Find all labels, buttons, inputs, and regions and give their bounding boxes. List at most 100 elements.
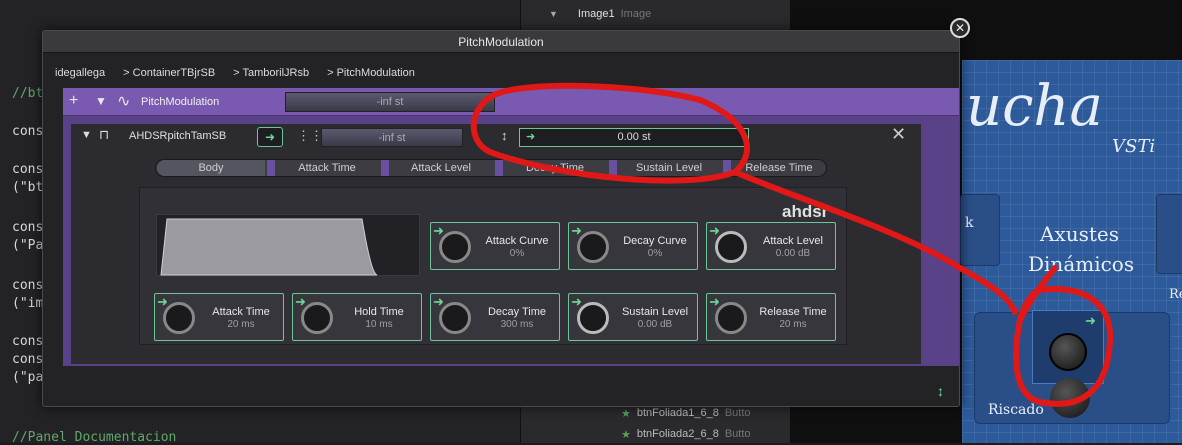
pitch-value: 0.00 st [617,131,651,143]
tab-decay-time[interactable]: Decay Time [495,160,607,176]
envelope-display [156,214,420,276]
knob-value: 0.00 dB [637,319,673,330]
knob-label: Attack Time [212,306,270,318]
preview-panel-label: k [965,215,974,231]
knob-label: Decay Time [487,306,547,318]
code-line[interactable]: ("Pa [12,238,43,253]
modulation-arrow-icon[interactable]: ➜ [1085,313,1096,329]
knob-attack-time[interactable]: ➜ Attack Time 20 ms [154,293,284,341]
knob-release-time[interactable]: ➜ Release Time 20 ms [706,293,836,341]
knob-label: Sustain Level [621,306,689,318]
knob-dial[interactable] [577,231,609,263]
code-line[interactable]: cons [12,352,43,367]
tree-item-name: Image1 [577,8,615,20]
knob-dial[interactable] [439,231,471,263]
pitch-modulation-window[interactable]: PitchModulation idegallega > ContainerTB… [42,30,960,407]
breadcrumb-item[interactable]: > ContainerTBjrSB [123,67,215,79]
section-heading: Axustes [1040,222,1120,246]
knob-dial[interactable] [439,302,471,334]
modulation-arrow-icon: ➜ [526,131,536,143]
code-line[interactable]: ("im [12,296,43,311]
knob-value: 0% [647,248,663,259]
knob-label: Riscado [988,402,1044,418]
wave-icon: ∿ [117,93,131,110]
tab-label: Body [198,162,224,174]
window-title: PitchModulation [458,35,544,49]
collapse-arrow-icon[interactable]: ▼ [95,94,107,108]
collapse-arrow-icon[interactable]: ▼ [81,129,92,141]
knob-value: 0.00 dB [775,248,811,259]
breadcrumb: idegallega > ContainerTBjrSB > TamborilJ… [55,67,415,79]
tab-label: Sustain Level [635,162,703,174]
code-line[interactable]: cons [12,220,43,235]
preview-knob-2[interactable] [1050,378,1090,418]
tree-item-name: btnFoliada2_6_8 [636,428,719,440]
plugin-preview-canvas: ucha VSTi k Axustes Dinámicos Re ➜ Risca… [960,60,1182,443]
envelope-curve [160,218,378,276]
knob-decay-time[interactable]: ➜ Decay Time 300 ms [430,293,560,341]
resize-icon[interactable]: ↕ [937,383,944,399]
tree-item-type: Butto [724,407,751,419]
tab-sustain-level[interactable]: Sustain Level [609,160,721,176]
add-icon[interactable]: + [69,92,78,110]
tree-item[interactable]: ▼ Image1 Image [549,4,651,24]
knob-attack-curve[interactable]: ➜ Attack Curve 0% [430,222,560,270]
breadcrumb-item[interactable]: > PitchModulation [327,67,415,79]
envelope-icon: ⊓ [99,127,110,142]
knob-value: 20 ms [779,319,807,330]
code-line[interactable]: cons [12,162,43,177]
window-titlebar[interactable]: PitchModulation [43,31,959,53]
knob-dial[interactable] [163,302,195,334]
section-heading: Dinámicos [1028,252,1135,276]
knob-dial[interactable] [301,302,333,334]
window-close-button[interactable]: ✕ [950,18,970,38]
tab-attack-time[interactable]: Attack Time [267,160,379,176]
preview-knob[interactable] [1049,333,1087,371]
plugin-title: ucha [966,74,1103,139]
code-line[interactable]: cons [12,334,43,349]
star-icon: ★ [621,428,631,441]
knob-attack-level[interactable]: ➜ Attack Level 0.00 dB [706,222,836,270]
code-line[interactable]: ("pa [12,370,43,385]
tab-attack-level[interactable]: Attack Level [381,160,493,176]
modulator-name: PitchModulation [141,96,220,108]
knob-decay-curve[interactable]: ➜ Decay Curve 0% [568,222,698,270]
knob-label: Decay Curve [623,235,687,247]
code-line[interactable]: cons [12,278,43,293]
knob-dial[interactable] [715,302,747,334]
code-line[interactable]: ("bt [12,180,43,195]
tab-label: Attack Time [298,162,356,174]
code-line[interactable]: cons [12,124,43,139]
preview-knob-slot[interactable]: ➜ [1032,310,1104,384]
star-icon: ★ [621,407,631,420]
envelope-name: AHDSRpitchTamSB [129,130,227,142]
breadcrumb-item[interactable]: idegallega [55,67,105,79]
close-icon[interactable]: ✕ [891,124,906,145]
tab-body[interactable]: Body [157,160,265,176]
breadcrumb-item[interactable]: > TamborilJRsb [233,67,309,79]
knob-dial[interactable] [577,302,609,334]
knob-value: 10 ms [365,319,393,330]
module-brand: ahdsr [782,202,829,221]
updown-arrow-icon[interactable]: ↕ [501,128,508,143]
knob-value: 0% [509,248,525,259]
modulator-meter: -inf st [285,92,495,112]
knob-sustain-level[interactable]: ➜ Sustain Level 0.00 dB [568,293,698,341]
knob-dial[interactable] [715,231,747,263]
envelope-meter: -inf st [321,128,463,147]
grid-icon[interactable]: ⋮⋮ [297,128,323,144]
tree-item-type: Image [620,8,652,20]
tab-label: Decay Time [525,162,585,174]
meter-value: -inf st [376,96,404,108]
modulation-target-button[interactable]: ➜ [257,127,283,147]
knob-label: Release Time [759,306,827,318]
knob-label: Hold Time [354,306,404,318]
expand-arrow-icon[interactable]: ▼ [549,9,558,19]
tree-item[interactable]: ★ btnFoliada2_6_8 Butto [621,424,751,444]
pitch-value-field[interactable]: ➜ 0.00 st [519,128,749,147]
code-line[interactable]: //bt [12,86,43,101]
tab-release-time[interactable]: Release Time [723,160,827,176]
preview-panel-label: Re [1169,287,1182,302]
knob-hold-time[interactable]: ➜ Hold Time 10 ms [292,293,422,341]
knob-value: 20 ms [227,319,255,330]
